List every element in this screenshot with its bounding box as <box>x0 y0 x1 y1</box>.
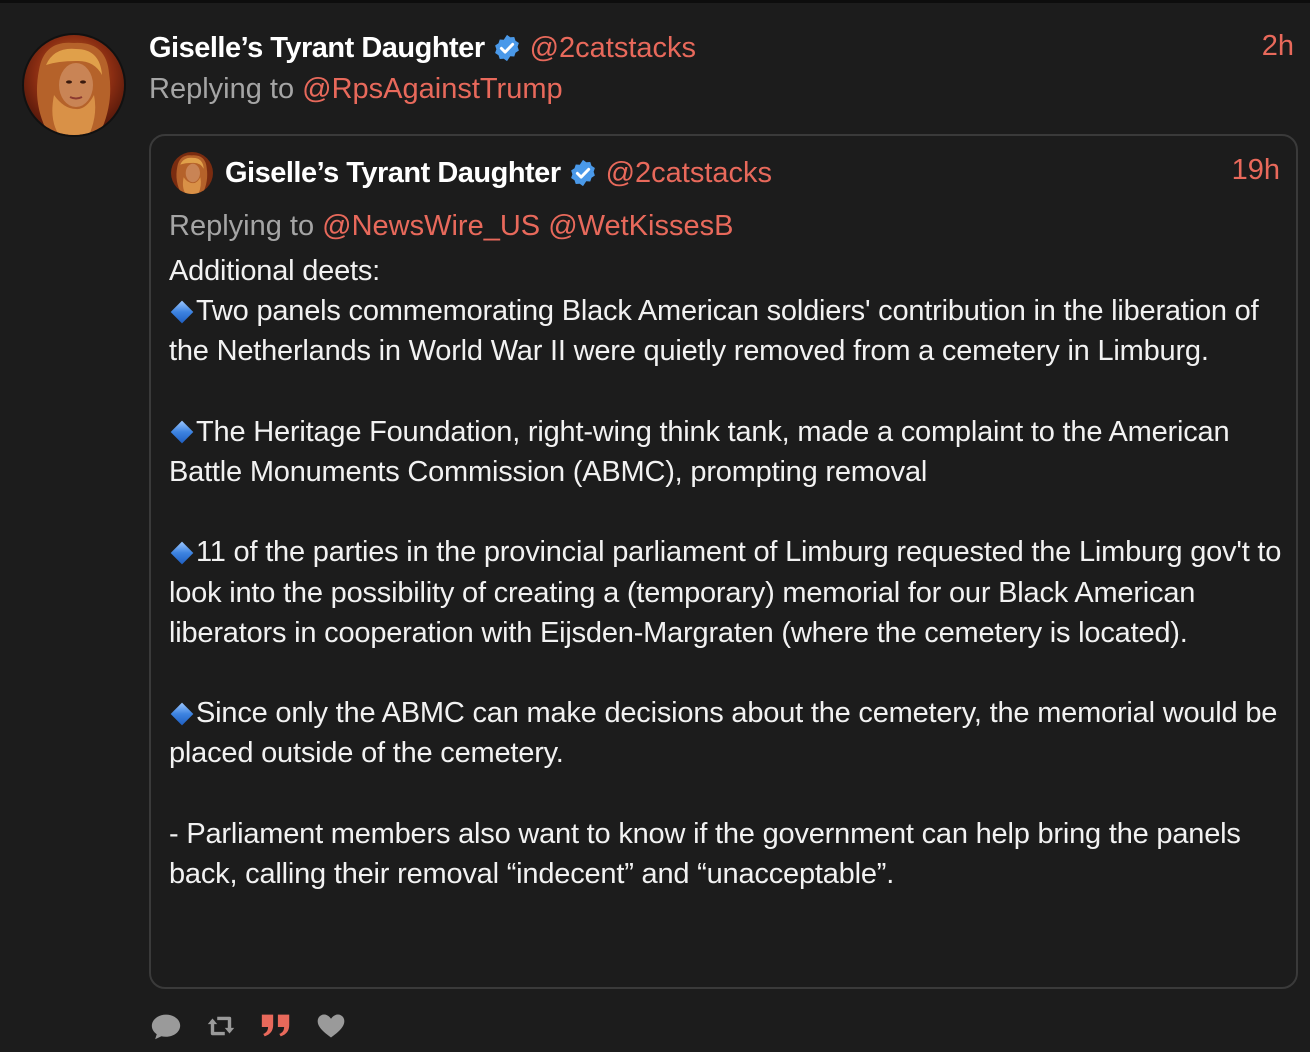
blue-diamond-icon <box>170 300 194 323</box>
replying-to: Replying to @RpsAgainstTrump <box>149 73 563 106</box>
tweet-actions <box>148 1008 368 1044</box>
retweet-button[interactable] <box>203 1008 239 1044</box>
replying-to-label: Replying to <box>149 73 303 105</box>
bullet-text: Two panels commemorating Black American … <box>169 295 1259 368</box>
blue-diamond-icon <box>170 420 194 444</box>
avatar-image <box>24 35 124 135</box>
user-handle[interactable]: @2catstacks <box>530 32 696 65</box>
reply-mention[interactable]: @RpsAgainstTrump <box>302 73 562 105</box>
bullet-text: 11 of the parties in the provincial parl… <box>169 536 1282 649</box>
tweet-timestamp[interactable]: 2h <box>1262 30 1294 63</box>
intro-text: Additional deets: <box>169 255 381 287</box>
reply-mention-newswire[interactable]: @NewsWire_US <box>322 210 540 242</box>
avatar[interactable] <box>22 33 126 137</box>
quoted-tweet[interactable]: Giselle’s Tyrant Daughter @2catstacks 19… <box>149 134 1298 989</box>
bullet-paragraph: Since only the ABMC can make decisions a… <box>169 693 1289 773</box>
blue-diamond-icon <box>170 702 194 725</box>
verified-badge-icon <box>492 33 522 63</box>
quoted-avatar[interactable] <box>171 152 213 194</box>
bullet-paragraph: 11 of the parties in the provincial parl… <box>169 532 1289 653</box>
bullet-text: Since only the ABMC can make decisions a… <box>169 697 1278 770</box>
quoted-display-name[interactable]: Giselle’s Tyrant Daughter <box>225 157 561 190</box>
quoted-replying-to: Replying to @NewsWire_US @WetKissesB <box>169 210 733 243</box>
closing-text: - Parliament members also want to know i… <box>169 817 1241 890</box>
quoted-tweet-header: Giselle’s Tyrant Daughter @2catstacks <box>171 152 772 194</box>
quoted-user-handle[interactable]: @2catstacks <box>606 157 772 190</box>
bullet-text: The Heritage Foundation, right-wing thin… <box>169 415 1230 488</box>
reply-mention-wetkisses[interactable]: @WetKissesB <box>548 210 733 242</box>
quote-button[interactable] <box>258 1008 294 1044</box>
top-divider <box>0 0 1310 3</box>
replying-to-label: Replying to <box>169 210 323 242</box>
reply-button[interactable] <box>148 1008 184 1044</box>
comment-bubble-icon <box>151 1014 181 1040</box>
verified-badge-icon <box>568 158 598 188</box>
heart-icon <box>317 1014 345 1038</box>
quoted-timestamp[interactable]: 19h <box>1232 154 1280 187</box>
bullet-paragraph: The Heritage Foundation, right-wing thin… <box>169 412 1289 492</box>
like-button[interactable] <box>313 1008 349 1044</box>
quoted-tweet-body: Additional deets: Two panels commemorati… <box>169 251 1289 894</box>
retweet-icon <box>207 1016 235 1036</box>
quoted-avatar-image <box>171 152 213 194</box>
tweet-header: Giselle’s Tyrant Daughter @2catstacks <box>149 28 696 68</box>
blue-diamond-icon <box>170 541 194 565</box>
bullet-paragraph: Two panels commemorating Black American … <box>169 291 1289 371</box>
quote-icon <box>261 1014 290 1037</box>
display-name[interactable]: Giselle’s Tyrant Daughter <box>149 32 485 65</box>
